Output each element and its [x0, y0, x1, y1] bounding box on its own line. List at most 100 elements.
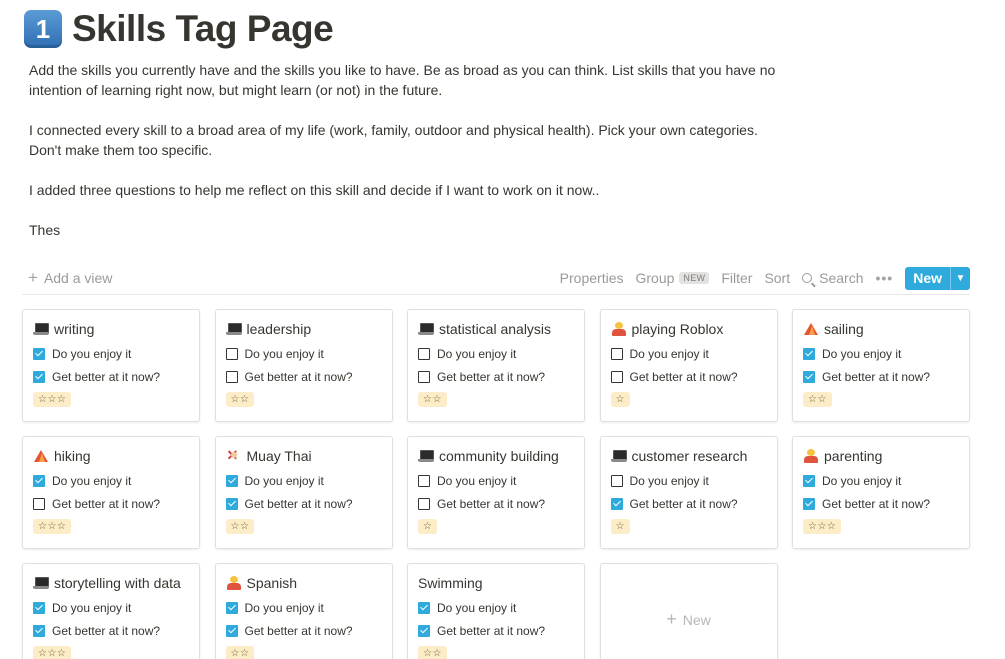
get-better-checkbox[interactable]	[418, 498, 430, 510]
enjoy-checkbox[interactable]	[418, 602, 430, 614]
get-better-checkbox[interactable]	[610, 371, 623, 383]
card-property-enjoy: Do you enjoy it	[610, 347, 767, 361]
laptop-icon	[33, 322, 49, 336]
get-better-checkbox[interactable]	[33, 498, 45, 510]
gallery-card[interactable]: Muay Thai Do you enjoy it Get better at it…	[214, 436, 393, 549]
gallery-card[interactable]: Spanish Do you enjoy it Get better at it n…	[214, 563, 393, 659]
rating-tag: ☆☆☆	[803, 519, 842, 534]
gallery-card[interactable]: Swimming Do you enjoy it Get better at it …	[407, 563, 585, 659]
enjoy-checkbox[interactable]	[610, 348, 623, 360]
enjoy-checkbox[interactable]	[418, 348, 430, 360]
person-icon	[611, 322, 627, 336]
property-label: Get better at it now?	[822, 370, 931, 384]
gallery-card[interactable]: leadership Do you enjoy it Get better at i…	[214, 309, 393, 422]
description-paragraph[interactable]: I added three questions to help me refle…	[29, 180, 789, 200]
property-label: Get better at it now?	[629, 370, 738, 384]
card-title: Muay Thai	[226, 447, 382, 465]
gallery-card[interactable]: sailing Do you enjoy it Get better at it n…	[792, 309, 970, 422]
enjoy-checkbox[interactable]	[33, 475, 45, 487]
mountain-icon	[33, 449, 49, 463]
gallery-card[interactable]: statistical analysis Do you enjoy it Get b…	[407, 309, 585, 422]
card-property-better: Get better at it now?	[803, 497, 959, 511]
plus-icon: +	[666, 609, 677, 629]
enjoy-checkbox[interactable]	[33, 348, 45, 360]
get-better-checkbox[interactable]	[418, 625, 430, 637]
page-description: Add the skills you currently have and th…	[29, 60, 789, 260]
card-title-text: sailing	[824, 321, 864, 337]
gallery-card[interactable]: storytelling with data Do you enjoy it Get…	[22, 563, 200, 659]
get-better-checkbox[interactable]	[803, 498, 815, 510]
filter-button[interactable]: Filter	[721, 270, 752, 286]
properties-button[interactable]: Properties	[560, 270, 624, 286]
new-button[interactable]: New ▼	[905, 266, 970, 290]
description-paragraph[interactable]: I connected every skill to a broad area …	[29, 120, 789, 160]
enjoy-checkbox[interactable]	[803, 348, 815, 360]
card-property-better: Get better at it now?	[803, 370, 959, 384]
property-label: Do you enjoy it	[822, 474, 902, 488]
search-button[interactable]: Search	[802, 270, 863, 286]
gallery-card[interactable]: hiking Do you enjoy it Get better at it no…	[22, 436, 200, 549]
add-new-card-button[interactable]: + New	[599, 563, 778, 659]
new-badge: NEW	[679, 272, 710, 284]
gallery-card[interactable]: community building Do you enjoy it Get bet…	[407, 436, 585, 549]
add-view-button[interactable]: + Add a view	[22, 268, 112, 288]
laptop-icon	[418, 449, 434, 463]
gallery-card[interactable]: customer research Do you enjoy it Get bett…	[599, 436, 778, 549]
get-better-checkbox[interactable]	[33, 625, 45, 637]
enjoy-checkbox[interactable]	[610, 475, 623, 487]
gallery-card[interactable]: writing Do you enjoy it Get better at it n…	[22, 309, 200, 422]
card-title: hiking	[33, 447, 189, 465]
card-title: Spanish	[226, 574, 382, 592]
rating-tag: ☆☆	[418, 646, 447, 659]
rating-tag: ☆☆	[803, 392, 832, 407]
card-title: writing	[33, 320, 189, 338]
card-title-text: customer research	[631, 448, 748, 464]
enjoy-checkbox[interactable]	[225, 602, 238, 614]
card-title-text: community building	[439, 448, 559, 464]
card-property-better: Get better at it now?	[225, 624, 382, 638]
enjoy-checkbox[interactable]	[225, 348, 238, 360]
gallery-card[interactable]: parenting Do you enjoy it Get better at it…	[792, 436, 970, 549]
fighter-icon	[226, 447, 242, 464]
rating-tag: ☆☆☆	[33, 646, 72, 659]
get-better-checkbox[interactable]	[418, 371, 430, 383]
card-property-better: Get better at it now?	[33, 370, 189, 384]
card-property-enjoy: Do you enjoy it	[803, 474, 959, 488]
sort-button[interactable]: Sort	[764, 270, 790, 286]
card-property-enjoy: Do you enjoy it	[803, 347, 959, 361]
page-title[interactable]: Skills Tag Page	[72, 8, 334, 50]
gallery-card[interactable]: playing Roblox Do you enjoy it Get better …	[599, 309, 778, 422]
card-property-enjoy: Do you enjoy it	[33, 347, 189, 361]
card-property-enjoy: Do you enjoy it	[418, 347, 574, 361]
group-button[interactable]: Group NEW	[635, 270, 710, 286]
add-view-label: Add a view	[43, 270, 113, 286]
enjoy-checkbox[interactable]	[803, 475, 815, 487]
page-header: 1 Skills Tag Page	[24, 8, 334, 50]
rating-tag: ☆☆☆	[33, 519, 72, 534]
card-property-better: Get better at it now?	[610, 370, 767, 384]
get-better-checkbox[interactable]	[610, 498, 623, 510]
get-better-checkbox[interactable]	[33, 371, 45, 383]
description-paragraph[interactable]: Thes	[29, 220, 789, 240]
card-title-text: statistical analysis	[439, 321, 552, 337]
card-property-enjoy: Do you enjoy it	[33, 474, 189, 488]
property-label: Do you enjoy it	[244, 601, 324, 615]
get-better-checkbox[interactable]	[803, 371, 815, 383]
group-label: Group	[635, 270, 675, 286]
card-property-better: Get better at it now?	[33, 624, 189, 638]
get-better-checkbox[interactable]	[225, 371, 238, 383]
keycap-one-icon: 1	[24, 10, 62, 48]
property-label: Do you enjoy it	[437, 601, 517, 615]
get-better-checkbox[interactable]	[225, 625, 238, 637]
property-label: Do you enjoy it	[437, 347, 517, 361]
search-label: Search	[819, 270, 864, 286]
chevron-down-icon[interactable]: ▼	[950, 266, 970, 290]
get-better-checkbox[interactable]	[225, 498, 238, 510]
card-title-text: hiking	[54, 448, 91, 464]
description-paragraph[interactable]: Add the skills you currently have and th…	[29, 60, 789, 100]
enjoy-checkbox[interactable]	[418, 475, 430, 487]
more-options-button[interactable]: •••	[875, 270, 893, 286]
enjoy-checkbox[interactable]	[33, 602, 45, 614]
enjoy-checkbox[interactable]	[225, 475, 238, 487]
new-button-label: New	[913, 269, 942, 286]
